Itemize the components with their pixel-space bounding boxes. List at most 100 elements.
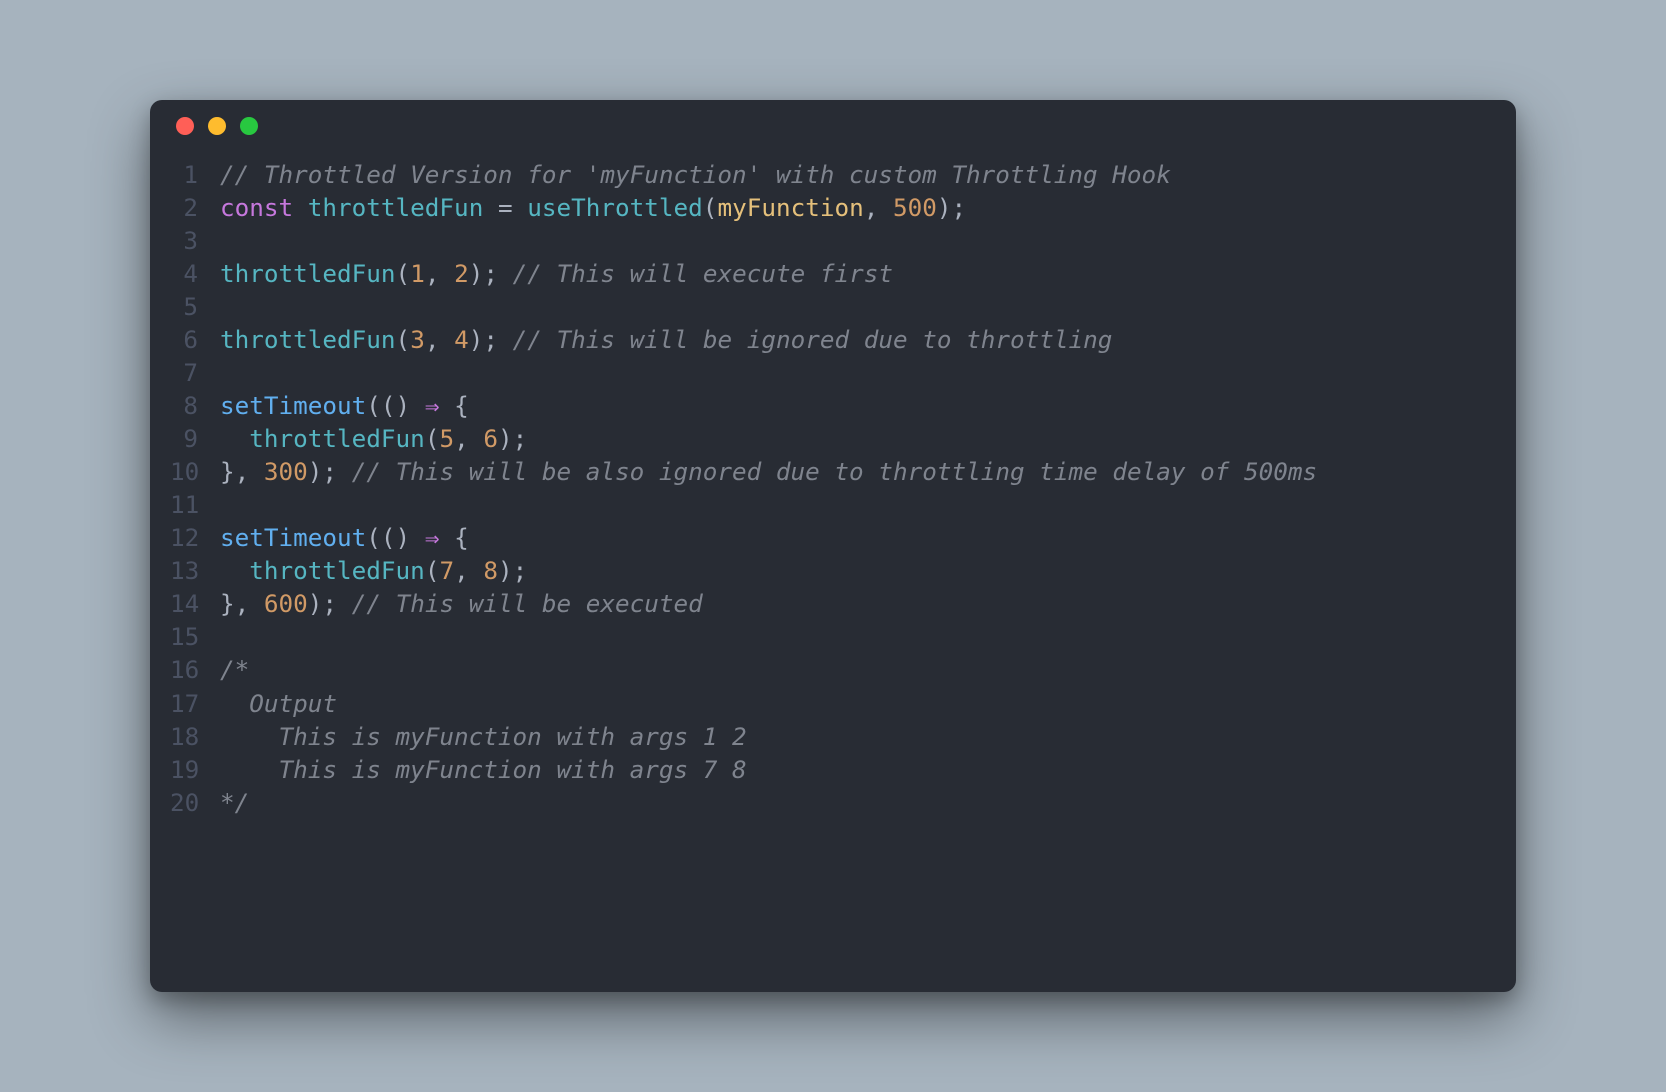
- token-plain: [220, 424, 249, 453]
- line-number: 4: [170, 257, 220, 290]
- code-content: throttledFun(3, 4); // This will be igno…: [220, 323, 1496, 356]
- close-icon[interactable]: [176, 117, 194, 135]
- code-editor[interactable]: 1 // Throttled Version for 'myFunction' w…: [150, 152, 1516, 992]
- token-plain: [249, 457, 264, 486]
- line-number: 10: [170, 455, 220, 488]
- token-ident: myFunction: [717, 193, 863, 222]
- token-plain: [513, 193, 528, 222]
- token-num: 600: [264, 589, 308, 618]
- token-fn-call: useThrottled: [527, 193, 703, 222]
- token-punct: );: [498, 556, 527, 585]
- token-plain: [293, 193, 308, 222]
- token-arrow: ⇒: [425, 523, 440, 552]
- token-punct: (: [396, 325, 411, 354]
- line-number: 11: [170, 488, 220, 521]
- token-comment: This is myFunction with args 1 2: [220, 722, 747, 751]
- minimize-icon[interactable]: [208, 117, 226, 135]
- token-punct: ,: [454, 556, 469, 585]
- code-line: 18 This is myFunction with args 1 2: [170, 720, 1496, 753]
- token-num: 8: [483, 556, 498, 585]
- line-number: 5: [170, 290, 220, 323]
- code-content: setTimeout(() ⇒ {: [220, 389, 1496, 422]
- token-plain: [439, 391, 454, 420]
- code-content: throttledFun(1, 2); // This will execute…: [220, 257, 1496, 290]
- code-line: 19 This is myFunction with args 7 8: [170, 753, 1496, 786]
- token-punct: ,: [425, 325, 440, 354]
- token-num: 300: [264, 457, 308, 486]
- line-number: 14: [170, 587, 220, 620]
- token-punct: );: [469, 325, 498, 354]
- token-num: 5: [439, 424, 454, 453]
- code-content: [220, 224, 1496, 257]
- token-punct: ((): [366, 523, 410, 552]
- token-num: 4: [454, 325, 469, 354]
- line-number: 19: [170, 753, 220, 786]
- token-fn-call: throttledFun: [220, 325, 396, 354]
- line-number: 13: [170, 554, 220, 587]
- code-line: 13 throttledFun(7, 8);: [170, 554, 1496, 587]
- token-punct: (: [396, 259, 411, 288]
- token-punct: {: [454, 391, 469, 420]
- line-number: 16: [170, 653, 220, 686]
- code-line: 20*/: [170, 786, 1496, 819]
- code-line: 14}, 600); // This will be executed: [170, 587, 1496, 620]
- token-plain: [439, 259, 454, 288]
- token-punct: ((): [366, 391, 410, 420]
- token-builtin: setTimeout: [220, 523, 366, 552]
- code-content: [220, 356, 1496, 389]
- token-punct: {: [454, 523, 469, 552]
- code-content: /*: [220, 653, 1496, 686]
- token-comment: // This will execute first: [513, 259, 893, 288]
- token-num: 1: [410, 259, 425, 288]
- token-punct: (: [425, 424, 440, 453]
- code-line: 16/*: [170, 653, 1496, 686]
- line-number: 15: [170, 620, 220, 653]
- code-line: 5: [170, 290, 1496, 323]
- code-line: 2const throttledFun = useThrottled(myFun…: [170, 191, 1496, 224]
- code-line: 7: [170, 356, 1496, 389]
- code-content: // Throttled Version for 'myFunction' wi…: [220, 158, 1496, 191]
- line-number: 12: [170, 521, 220, 554]
- code-content: }, 600); // This will be executed: [220, 587, 1496, 620]
- token-plain: [878, 193, 893, 222]
- token-comment: This is myFunction with args 7 8: [220, 755, 747, 784]
- code-line: 10}, 300); // This will be also ignored …: [170, 455, 1496, 488]
- token-builtin: setTimeout: [220, 391, 366, 420]
- token-const: const: [220, 193, 293, 222]
- token-num: 500: [893, 193, 937, 222]
- token-punct: );: [498, 424, 527, 453]
- token-plain: [410, 523, 425, 552]
- token-comment: // This will be ignored due to throttlin…: [513, 325, 1113, 354]
- code-content: setTimeout(() ⇒ {: [220, 521, 1496, 554]
- line-number: 3: [170, 224, 220, 257]
- token-plain: [337, 589, 352, 618]
- token-num: 7: [439, 556, 454, 585]
- code-line: 11: [170, 488, 1496, 521]
- code-line: 9 throttledFun(5, 6);: [170, 422, 1496, 455]
- token-fn-call: throttledFun: [249, 424, 425, 453]
- token-plain: [483, 193, 498, 222]
- code-content: const throttledFun = useThrottled(myFunc…: [220, 191, 1496, 224]
- token-plain: [220, 556, 249, 585]
- token-arrow: ⇒: [425, 391, 440, 420]
- token-num: 2: [454, 259, 469, 288]
- token-fn-call: throttledFun: [249, 556, 425, 585]
- line-number: 2: [170, 191, 220, 224]
- code-line: 15: [170, 620, 1496, 653]
- token-comment: */: [220, 788, 249, 817]
- line-number: 6: [170, 323, 220, 356]
- token-punct: (: [425, 556, 440, 585]
- code-line: 6throttledFun(3, 4); // This will be ign…: [170, 323, 1496, 356]
- token-fn-decl: throttledFun: [308, 193, 484, 222]
- line-number: 20: [170, 786, 220, 819]
- token-num: 6: [483, 424, 498, 453]
- line-number: 7: [170, 356, 220, 389]
- zoom-icon[interactable]: [240, 117, 258, 135]
- token-plain: [469, 424, 484, 453]
- token-punct: },: [220, 589, 249, 618]
- code-content: [220, 620, 1496, 653]
- token-punct: ,: [864, 193, 879, 222]
- token-punct: );: [308, 457, 337, 486]
- code-content: */: [220, 786, 1496, 819]
- code-line: 8setTimeout(() ⇒ {: [170, 389, 1496, 422]
